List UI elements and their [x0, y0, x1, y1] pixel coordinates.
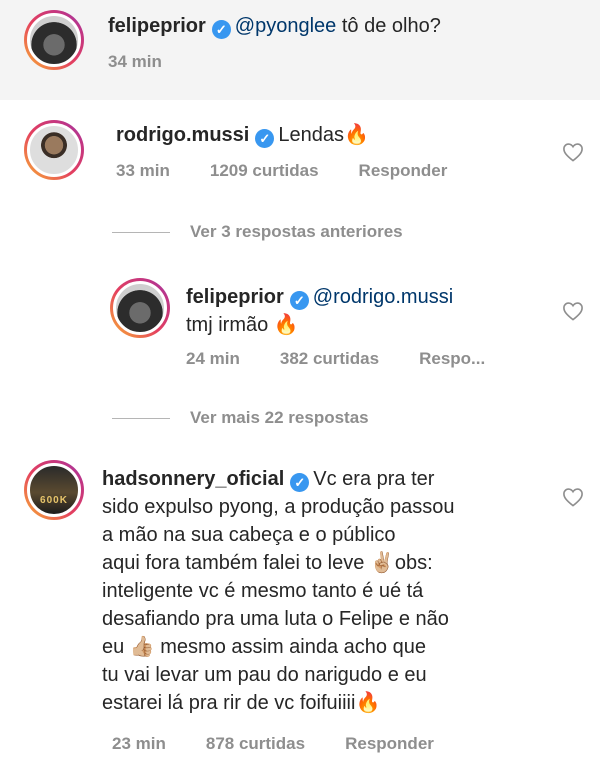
avatar[interactable] [24, 10, 84, 70]
thumbs-up-emoji: 👍🏼 [129, 636, 155, 658]
verified-badge-icon: ✓ [290, 473, 310, 492]
verified-badge-icon: ✓ [255, 129, 275, 148]
likes-count[interactable]: 1209 curtidas [210, 161, 319, 180]
comment-body: tô de olho? [336, 15, 441, 37]
divider-line [112, 418, 170, 420]
comment-time: 24 min [186, 349, 240, 368]
reply-button[interactable]: Responder [345, 734, 434, 753]
comment-line: a mão na sua cabeça e o público [102, 524, 396, 546]
comment-line: eu [102, 636, 130, 658]
fire-emoji: 🔥 [343, 124, 369, 146]
comment-line: Vc era pra ter [313, 468, 435, 490]
reply-text: felipeprior ✓ @rodrigo.mussi tmj irmão 🔥 [186, 283, 453, 339]
heart-outline-icon[interactable] [562, 142, 584, 162]
comment-body: Lendas [278, 124, 344, 146]
comment-meta: 24 min 382 curtidas Respo... [186, 349, 525, 369]
view-more-replies[interactable]: Ver mais 22 respostas [112, 408, 369, 428]
comment-line: inteligente vc é mesmo tanto é ué tá [102, 580, 424, 602]
avatar-overlay-text: 600K [40, 495, 68, 506]
verified-badge-icon: ✓ [289, 291, 309, 310]
victory-emoji: ✌🏼 [369, 552, 395, 574]
comment-text: hadsonnery_oficial ✓ Vc era pra ter sido e… [102, 465, 542, 717]
view-previous-label[interactable]: Ver 3 respostas anteriores [190, 222, 403, 241]
avatar-image: 600K [27, 463, 81, 517]
mention-link[interactable]: @rodrigo.mussi [313, 286, 453, 308]
comment-meta: 33 min 1209 curtidas Responder [116, 161, 487, 181]
mention-link[interactable]: @pyonglee [235, 15, 336, 37]
verified-badge-icon: ✓ [211, 20, 231, 39]
divider-line [112, 232, 170, 234]
avatar[interactable]: 600K [24, 460, 84, 520]
comment-time: 34 min [108, 52, 162, 71]
comment-text: rodrigo.mussi ✓ Lendas🔥 [116, 121, 369, 149]
comment-meta: 23 min 878 curtidas Responder [112, 734, 474, 754]
reply-button[interactable]: Respo... [419, 349, 485, 368]
reply-button[interactable]: Responder [359, 161, 448, 180]
comment-meta: 34 min [108, 52, 202, 72]
comment-time: 33 min [116, 161, 170, 180]
comment-line: mesmo assim ainda acho que [154, 636, 426, 658]
fire-emoji: 🔥 [355, 692, 381, 714]
avatar-image [27, 13, 81, 67]
comment-line: desafiando pra uma luta o Felipe e não [102, 608, 449, 630]
likes-count[interactable]: 382 curtidas [280, 349, 379, 368]
comment-body: tmj irmão [186, 314, 269, 336]
comment-line: sido expulso pyong, a produção passou [102, 496, 455, 518]
comment-time: 23 min [112, 734, 166, 753]
likes-count[interactable]: 878 curtidas [206, 734, 305, 753]
avatar[interactable] [24, 120, 84, 180]
username[interactable]: rodrigo.mussi [116, 124, 249, 146]
fire-emoji: 🔥 [273, 314, 299, 336]
avatar-image [27, 123, 81, 177]
comment-text: felipeprior ✓ @pyonglee tô de olho? [108, 12, 441, 40]
comment-line: aqui fora também falei to leve [102, 552, 370, 574]
heart-outline-icon[interactable] [562, 487, 584, 507]
avatar-image [113, 281, 167, 335]
heart-outline-icon[interactable] [562, 301, 584, 321]
view-more-label[interactable]: Ver mais 22 respostas [190, 408, 369, 427]
comment-line: estarei lá pra rir de vc foifuiiii [102, 692, 356, 714]
view-previous-replies[interactable]: Ver 3 respostas anteriores [112, 222, 403, 242]
username[interactable]: hadsonnery_oficial [102, 468, 284, 490]
username[interactable]: felipeprior [108, 15, 206, 37]
comment-line: obs: [394, 552, 433, 574]
avatar[interactable] [110, 278, 170, 338]
comment-line: tu vai levar um pau do narigudo e eu [102, 664, 427, 686]
username[interactable]: felipeprior [186, 286, 284, 308]
